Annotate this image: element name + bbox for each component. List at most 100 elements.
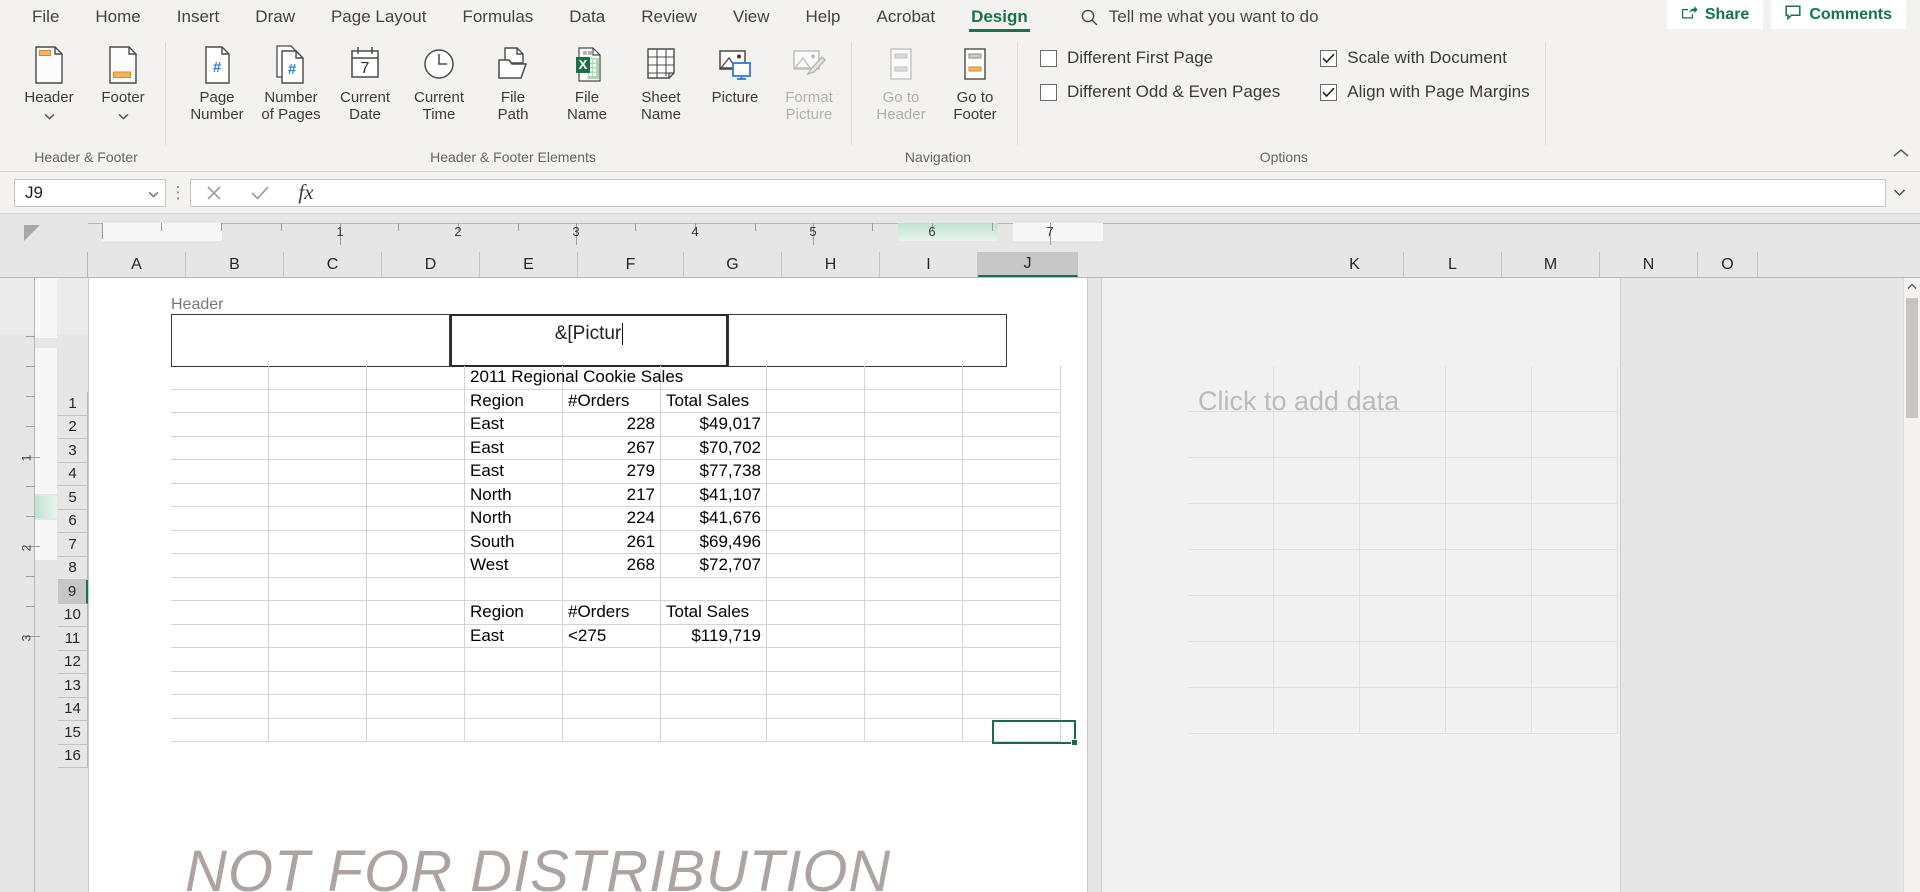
cell-g13[interactable] [767,648,865,672]
cell-c13[interactable] [367,648,465,672]
cell-i15[interactable] [963,695,1061,719]
column-header-g[interactable]: G [684,252,782,277]
column-header-e[interactable]: E [480,252,578,277]
tab-review[interactable]: Review [623,4,715,34]
cell-a3[interactable] [171,413,269,437]
cell-c11[interactable] [367,601,465,625]
sheet-scroll-region[interactable]: Header &[Pictur 2011 Regional Cookie Sal… [88,278,1920,892]
row-header-7[interactable]: 7 [58,533,88,557]
cell-b14[interactable] [269,671,367,695]
row-header-4[interactable]: 4 [58,462,88,486]
cell-a2[interactable] [171,389,269,413]
cell-a6[interactable] [171,483,269,507]
cell-c4[interactable] [367,436,465,460]
row-header-13[interactable]: 13 [58,674,88,698]
cell-e10[interactable] [563,577,661,601]
cell-a13[interactable] [171,648,269,672]
cell-g12[interactable] [767,624,865,648]
cell-i4[interactable] [963,436,1061,460]
cell-g9[interactable] [767,554,865,578]
cell-e3[interactable]: 228 [563,413,661,437]
cell-h6[interactable] [865,483,963,507]
cell-b12[interactable] [269,624,367,648]
cell-e8[interactable]: 261 [563,530,661,554]
cell-d13[interactable] [465,648,563,672]
cell-i5[interactable] [963,460,1061,484]
cell-i1[interactable] [963,366,1061,390]
cell-g6[interactable] [767,483,865,507]
cell-f8[interactable]: $69,496 [661,530,767,554]
cell-b5[interactable] [269,460,367,484]
scale-with-document-checkbox[interactable]: Scale with Document [1320,48,1529,68]
column-header-f[interactable]: F [578,252,684,277]
name-box[interactable]: J9 [14,178,166,207]
cell-h4[interactable] [865,436,963,460]
cell-a9[interactable] [171,554,269,578]
cell-b16[interactable] [269,718,367,742]
fill-handle[interactable] [1071,739,1078,746]
cell-g2[interactable] [767,389,865,413]
ruler-track[interactable]: 1 2 3 4 5 6 7 [88,214,1920,252]
cell-c16[interactable] [367,718,465,742]
cell-a16[interactable] [171,718,269,742]
column-header-h[interactable]: H [782,252,880,277]
cell-h1[interactable] [865,366,963,390]
cell-d16[interactable] [465,718,563,742]
cell-f12[interactable]: $119,719 [661,624,767,648]
number-of-pages-button[interactable]: # Number of Pages [254,39,328,125]
column-header-m[interactable]: M [1502,252,1600,277]
cell-c8[interactable] [367,530,465,554]
cell-f6[interactable]: $41,107 [661,483,767,507]
cell-e16[interactable] [563,718,661,742]
header-right-box[interactable] [728,314,1007,367]
comments-button[interactable]: Comments [1771,0,1906,29]
cell-b6[interactable] [269,483,367,507]
row-header-12[interactable]: 12 [58,650,88,674]
cell-d14[interactable] [465,671,563,695]
different-first-page-checkbox[interactable]: Different First Page [1040,48,1280,68]
cell-h11[interactable] [865,601,963,625]
cell-b7[interactable] [269,507,367,531]
cell-h3[interactable] [865,413,963,437]
column-header-j[interactable]: J [978,252,1078,277]
cell-h12[interactable] [865,624,963,648]
tell-me-search[interactable]: Tell me what you want to do [1080,7,1319,34]
cell-b2[interactable] [269,389,367,413]
cell-e6[interactable]: 217 [563,483,661,507]
cell-f4[interactable]: $70,702 [661,436,767,460]
cell-a5[interactable] [171,460,269,484]
cell-d9[interactable]: West [465,554,563,578]
cell-c6[interactable] [367,483,465,507]
enter-check-icon[interactable] [237,180,283,206]
select-all-triangle-icon[interactable] [24,225,40,241]
cell-f7[interactable]: $41,676 [661,507,767,531]
cell-d2[interactable]: Region [465,389,563,413]
cell-e11[interactable]: #Orders [563,601,661,625]
cell-e2[interactable]: #Orders [563,389,661,413]
cell-c1[interactable] [367,366,465,390]
cell-e13[interactable] [563,648,661,672]
tab-insert[interactable]: Insert [159,4,238,34]
cell-f15[interactable] [661,695,767,719]
cell-g16[interactable] [767,718,865,742]
vertical-ruler[interactable]: 1 2 3 [19,278,58,892]
vertical-scrollbar[interactable] [1903,278,1920,892]
cell-i11[interactable] [963,601,1061,625]
row-header-6[interactable]: 6 [58,509,88,533]
cell-i10[interactable] [963,577,1061,601]
cell-i16[interactable] [963,718,1061,742]
picture-button[interactable]: Picture [698,39,772,107]
cell-f14[interactable] [661,671,767,695]
cell-f11[interactable]: Total Sales [661,601,767,625]
tab-formulas[interactable]: Formulas [444,4,551,34]
cell-g14[interactable] [767,671,865,695]
page-2-placeholder[interactable]: Click to add data [1101,278,1621,892]
row-header-14[interactable]: 14 [58,697,88,721]
column-header-c[interactable]: C [284,252,382,277]
expand-formula-bar-icon[interactable] [1886,188,1912,197]
cell-h14[interactable] [865,671,963,695]
cell-c5[interactable] [367,460,465,484]
cell-h15[interactable] [865,695,963,719]
tab-view[interactable]: View [715,4,788,34]
cell-b3[interactable] [269,413,367,437]
